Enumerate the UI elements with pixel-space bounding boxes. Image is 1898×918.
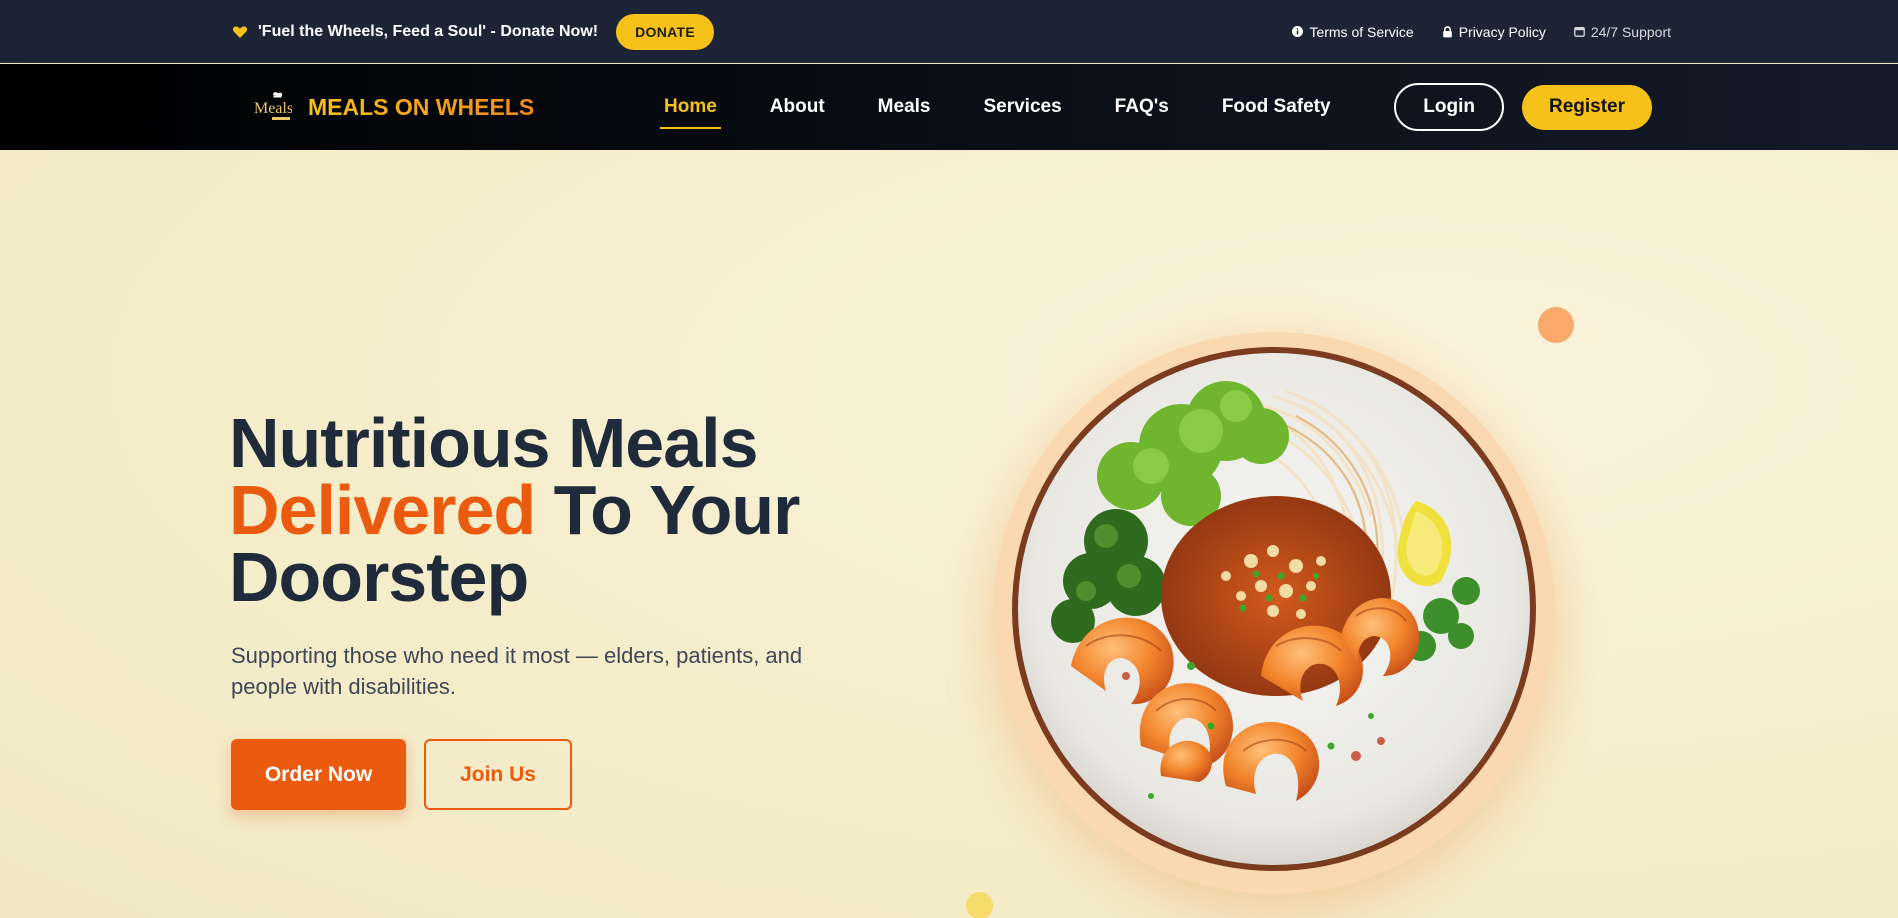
logo-wordmark: Meals — [254, 100, 292, 117]
heart-icon — [232, 24, 248, 40]
nav-home[interactable]: Home — [660, 96, 721, 129]
register-button[interactable]: Register — [1521, 84, 1652, 130]
terms-of-service-label: Terms of Service — [1309, 23, 1414, 40]
nav-links: Home About Meals Services FAQ's Food Saf… — [660, 64, 1335, 150]
calendar-icon — [1573, 26, 1585, 37]
nav-about[interactable]: About — [766, 96, 829, 118]
terms-of-service-link[interactable]: Terms of Service — [1292, 23, 1414, 40]
brand-name: MEALS ON WHEELS — [308, 93, 535, 120]
join-us-button[interactable]: Join Us — [424, 739, 572, 810]
support-link[interactable]: 24/7 Support — [1573, 23, 1671, 40]
nav-meals[interactable]: Meals — [874, 96, 935, 118]
privacy-policy-link[interactable]: Privacy Policy — [1442, 24, 1546, 40]
nav-faqs[interactable]: FAQ's — [1111, 96, 1173, 118]
hero-subtext: Supporting those who need it most — elde… — [231, 643, 803, 699]
auth-actions: Login Register — [1394, 64, 1652, 150]
decorative-dot-yellow — [966, 892, 993, 918]
support-label: 24/7 Support — [1590, 23, 1671, 40]
headline-line-2: To Your — [535, 471, 801, 549]
brand[interactable]: Meals MEALS ON WHEELS — [252, 64, 534, 150]
login-button[interactable]: Login — [1394, 83, 1504, 131]
lock-icon — [1442, 25, 1452, 37]
main-navbar: Meals MEALS ON WHEELS Home About Meals S… — [0, 64, 1898, 150]
hero-actions: Order Now Join Us — [231, 739, 572, 810]
announcement-bar: 'Fuel the Wheels, Feed a Soul' - Donate … — [0, 0, 1898, 63]
nav-food-safety[interactable]: Food Safety — [1218, 96, 1335, 118]
privacy-policy-label: Privacy Policy — [1458, 23, 1546, 40]
hero-headline: Nutritious Meals Delivered To Your Doors… — [229, 408, 801, 612]
headline-line-3: Doorstep — [229, 538, 529, 616]
utility-links: Terms of Service Privacy Policy 24/7 Sup… — [1292, 0, 1671, 63]
donation-message: 'Fuel the Wheels, Feed a Soul' - Donate … — [258, 22, 599, 40]
hero-section: Nutritious Meals Delivered To Your Doors… — [0, 150, 1898, 918]
hero-food-image — [953, 292, 1595, 918]
order-now-button[interactable]: Order Now — [231, 739, 406, 810]
donate-button[interactable]: DONATE — [616, 13, 714, 50]
brand-logo: Meals — [254, 92, 292, 120]
shrimp-dish-illustration — [1012, 347, 1536, 871]
announcement-left: 'Fuel the Wheels, Feed a Soul' - Donate … — [232, 0, 714, 63]
nav-services[interactable]: Services — [979, 96, 1065, 118]
info-icon — [1292, 26, 1304, 37]
